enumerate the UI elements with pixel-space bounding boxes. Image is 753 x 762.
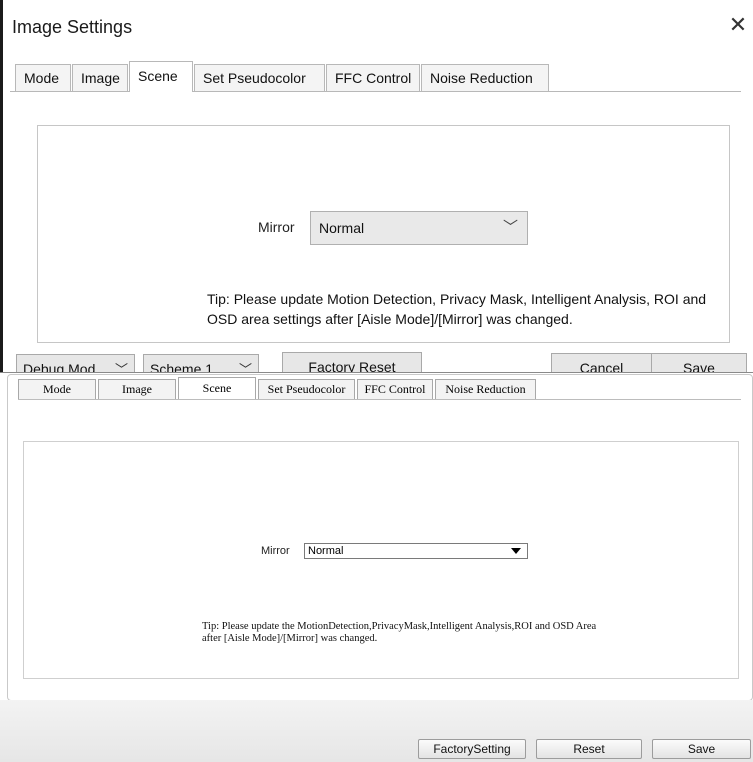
- tab-set-pseudocolor[interactable]: Set Pseudocolor: [258, 379, 355, 399]
- tab-mode[interactable]: Mode: [18, 379, 96, 399]
- close-icon[interactable]: ✕: [726, 10, 750, 40]
- tab-scene[interactable]: Scene: [178, 377, 256, 399]
- tab-mode[interactable]: Mode: [15, 64, 71, 92]
- mirror-label: Mirror: [258, 219, 295, 235]
- image-settings-legacy-dialog: Mode Image Scene Set Pseudocolor FFC Con…: [0, 372, 753, 762]
- tab-bar: Mode Image Scene Set Pseudocolor FFC Con…: [15, 61, 550, 92]
- tab-image[interactable]: Image: [98, 379, 176, 399]
- image-settings-dialog: Image Settings ✕ Mode Image Scene Set Ps…: [0, 0, 753, 385]
- divider-line: [0, 372, 753, 373]
- triangle-down-icon: [511, 548, 521, 554]
- tab-bar: Mode Image Scene Set Pseudocolor FFC Con…: [18, 377, 538, 400]
- window-left-edge: [0, 0, 3, 372]
- tip-text: Tip: Please update Motion Detection, Pri…: [207, 291, 707, 327]
- mirror-value: Normal: [319, 220, 365, 236]
- mirror-value: Normal: [308, 545, 344, 557]
- tab-scene[interactable]: Scene: [129, 61, 193, 92]
- tab-divider: [18, 399, 741, 400]
- tip-text: Tip: Please update the MotionDetection,P…: [202, 621, 597, 644]
- tab-ffc-control[interactable]: FFC Control: [326, 64, 420, 92]
- chevron-down-icon: ﹀: [502, 219, 518, 236]
- tab-noise-reduction[interactable]: Noise Reduction: [421, 64, 549, 92]
- tab-ffc-control[interactable]: FFC Control: [357, 379, 433, 399]
- mirror-select[interactable]: Normal: [304, 543, 528, 559]
- mirror-select[interactable]: Normal ﹀: [310, 211, 528, 245]
- tab-noise-reduction[interactable]: Noise Reduction: [435, 379, 536, 399]
- tab-set-pseudocolor[interactable]: Set Pseudocolor: [194, 64, 325, 92]
- save-button[interactable]: Save: [652, 739, 751, 759]
- factory-setting-button[interactable]: FactorySetting: [418, 739, 526, 759]
- tab-divider: [10, 91, 741, 92]
- tab-image[interactable]: Image: [72, 64, 128, 92]
- reset-button[interactable]: Reset: [536, 739, 642, 759]
- mirror-label: Mirror: [261, 545, 290, 557]
- dialog-title: Image Settings: [12, 17, 133, 37]
